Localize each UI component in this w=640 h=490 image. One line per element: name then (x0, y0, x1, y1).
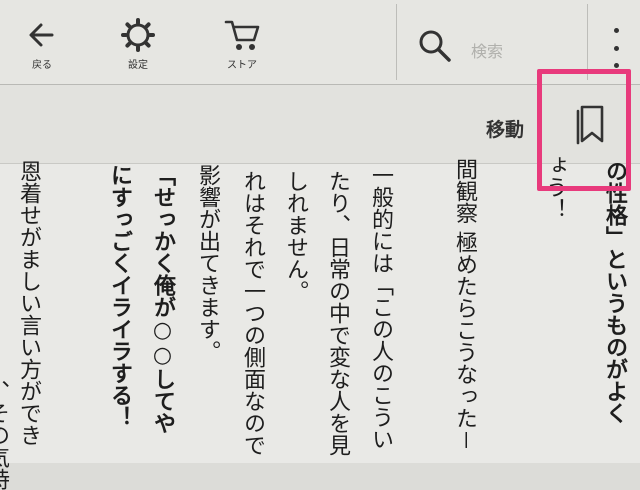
text-column: たり、日常の中で変な人を見 (325, 170, 350, 456)
search-icon (419, 30, 451, 62)
back-button[interactable]: 戻る (14, 16, 70, 76)
highlight-frame (537, 69, 631, 191)
text-column: 間観察 極めたらこうなった－ (452, 158, 477, 451)
arrow-left-icon (29, 23, 54, 47)
settings-button[interactable]: 設定 (110, 16, 166, 76)
text-column: 影響が出てきます。 (195, 164, 220, 362)
more-vertical-icon[interactable] (606, 28, 626, 68)
text-column: 、その気持 (0, 380, 9, 490)
settings-label: 設定 (128, 60, 148, 71)
text-column: 「せっかく俺が○○してや (150, 164, 175, 434)
store-label: ストア (227, 60, 257, 71)
text-column: にすっごくイライラする！ (107, 164, 132, 428)
book-page[interactable]: の性格」というものがよく ょう！ 間観察 極めたらこうなった－ 一般的には「この… (0, 154, 640, 490)
cart-icon (224, 20, 260, 50)
text-column: の性格」というものがよく (602, 160, 627, 424)
text-column: れはそれで一つの側面なので (240, 170, 265, 456)
text-column: しれません。 (283, 170, 308, 302)
text-column: 恩着せがましい言い方ができ (16, 160, 41, 446)
search-input[interactable]: 検索 (471, 38, 503, 62)
back-label: 戻る (32, 60, 52, 71)
store-button[interactable]: ストア (214, 16, 270, 76)
text-column: 一般的には「この人のこうい (368, 164, 393, 450)
gear-icon (121, 18, 155, 52)
move-button[interactable]: 移動 (486, 115, 524, 142)
